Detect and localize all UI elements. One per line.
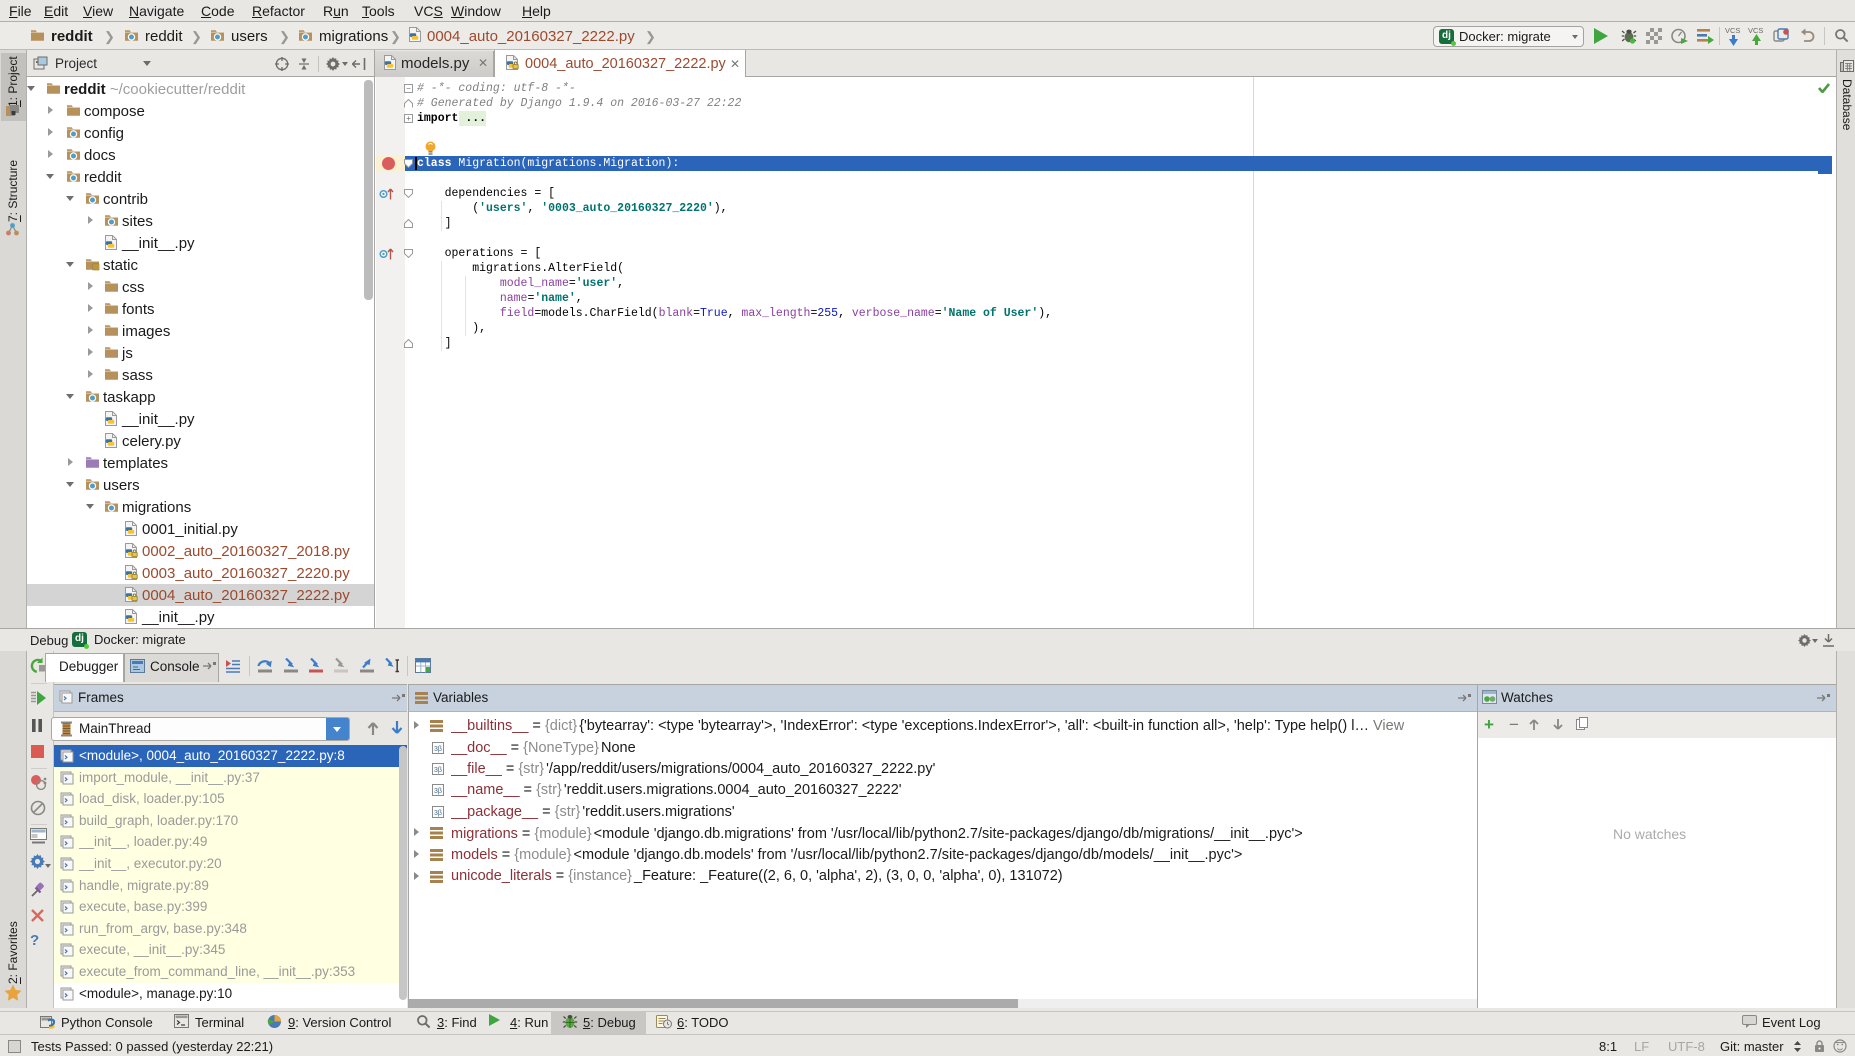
svg-text:VCS: VCS xyxy=(1725,26,1740,35)
svg-text:3β: 3β xyxy=(434,810,442,817)
svg-text:3β: 3β xyxy=(434,767,442,774)
svg-text:3β: 3β xyxy=(434,788,442,795)
svg-text:3β: 3β xyxy=(434,746,442,753)
svg-text:VCS: VCS xyxy=(1748,26,1763,35)
